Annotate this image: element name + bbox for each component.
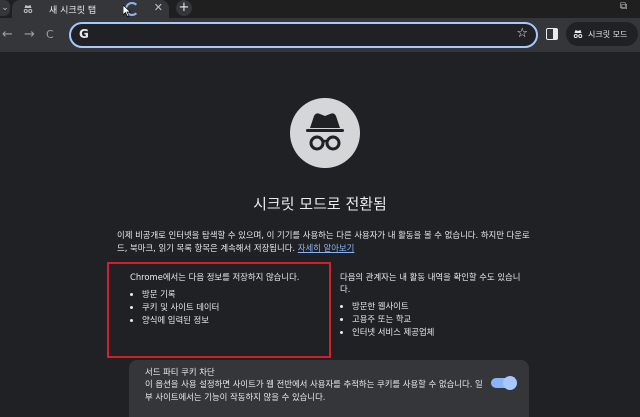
reload-icon[interactable]: C [46,28,54,41]
highlight-box [107,262,331,358]
incognito-icon [573,30,583,38]
tab-list-button[interactable]: ⌄ [0,0,10,16]
may-see-title: 다음의 관계자는 내 활동 내역을 확인할 수도 있습니다. [340,272,521,294]
list-item: 인터넷 서비스 제공업체 [352,326,530,338]
restore-window-icon[interactable]: ⧉ [620,1,627,12]
address-bar[interactable]: G ☆ [69,22,538,48]
side-panel-icon[interactable] [546,28,558,40]
tab-incognito[interactable]: 새 시크릿 탭 ✕ [12,0,169,18]
incognito-icon [23,5,33,13]
incognito-label: 시크릿 모드 [588,29,628,39]
google-g-icon: G [79,27,89,41]
third-party-cookie-card: 서드 파티 쿠키 차단 이 옵션을 사용 설정하면 사이트가 웹 전반에서 사용… [129,360,529,417]
may-see-section: 다음의 관계자는 내 활동 내역을 확인할 수도 있습니다. 방문한 웹사이트 … [340,271,530,339]
page-title: 시크릿 모드로 전환됨 [253,195,387,213]
list-item: 방문한 웹사이트 [352,300,530,312]
cookie-card-description: 이 옵션을 사용 설정하면 사이트가 웹 전반에서 사용자를 추적하는 쿠키를 … [145,379,483,402]
mouse-cursor-icon [123,5,131,17]
incognito-indicator[interactable]: 시크릿 모드 [566,22,638,46]
toolbar: ← → C G ☆ 시크릿 모드 [0,18,640,52]
tab-close-icon[interactable]: ✕ [154,1,163,14]
cookie-card-title: 서드 파티 쿠키 차단 [145,367,215,377]
new-tab-button[interactable]: + [176,0,192,16]
back-icon[interactable]: ← [2,27,13,42]
incognito-hero-icon [290,98,360,168]
tab-title: 새 시크릿 탭 [49,6,97,16]
block-cookies-toggle[interactable] [491,376,517,390]
forward-icon[interactable]: → [24,27,35,42]
list-item: 고용주 또는 학교 [352,313,530,325]
intro-text: 이제 비공개로 인터넷을 탐색할 수 있으며, 이 기기를 사용하는 다른 사용… [117,229,537,255]
learn-more-link[interactable]: 자세히 알아보기 [298,243,355,253]
bookmark-star-icon[interactable]: ☆ [516,26,528,41]
tab-strip: ⌄ 새 시크릿 탭 ✕ + ⧉ [0,0,640,18]
